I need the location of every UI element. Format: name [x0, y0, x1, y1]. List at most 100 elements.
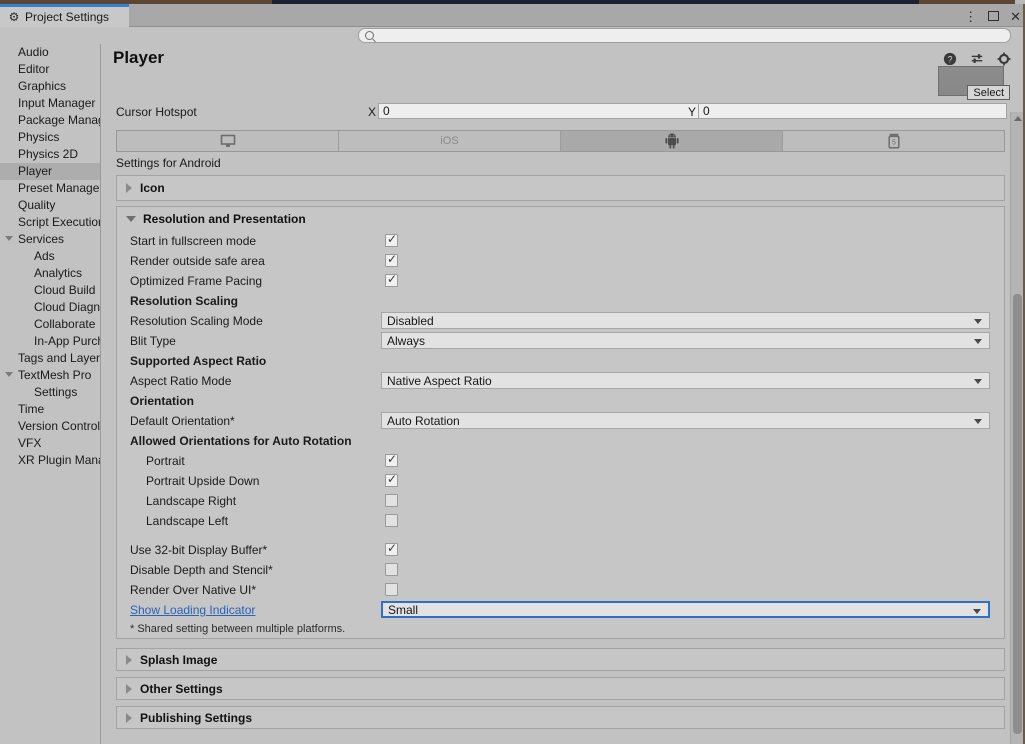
- sidebar-item-settings[interactable]: Settings: [0, 384, 100, 401]
- sidebar-item-script-execution-order[interactable]: Script Execution Order: [0, 214, 100, 231]
- window-menu-icon[interactable]: ⋮: [964, 10, 977, 23]
- section-publishing-settings-header[interactable]: Publishing Settings: [117, 707, 1004, 728]
- sidebar-item-collaborate[interactable]: Collaborate: [0, 316, 100, 333]
- close-icon[interactable]: ✕: [1010, 10, 1021, 23]
- section-other-settings[interactable]: Other Settings: [116, 677, 1005, 700]
- sidebar-item-cloud-diagnostics[interactable]: Cloud Diagnostics: [0, 299, 100, 316]
- sidebar-item-version-control[interactable]: Version Control: [0, 418, 100, 435]
- sidebar-item-cloud-build[interactable]: Cloud Build: [0, 282, 100, 299]
- setting-row-default-orientation[interactable]: Default Orientation* Auto Rotation: [117, 411, 1004, 431]
- maximize-icon[interactable]: [988, 11, 1000, 21]
- sidebar-item-vfx[interactable]: VFX: [0, 435, 100, 452]
- section-other-settings-header[interactable]: Other Settings: [117, 678, 1004, 699]
- setting-row-aspect-ratio-mode[interactable]: Aspect Ratio Mode Native Aspect Ratio: [117, 371, 1004, 391]
- dropdown-value: Small: [388, 603, 419, 617]
- setting-row-portrait[interactable]: Portrait: [117, 451, 1004, 471]
- setting-row-portrait-upside-down[interactable]: Portrait Upside Down: [117, 471, 1004, 491]
- section-publishing-settings[interactable]: Publishing Settings: [116, 706, 1005, 729]
- tab-project-settings[interactable]: ⚙ Project Settings: [0, 4, 129, 27]
- setting-row-optimized-frame-pacing[interactable]: Optimized Frame Pacing: [117, 271, 1004, 291]
- sidebar-item-label: Player: [18, 164, 53, 178]
- dropdown-aspect-ratio-mode[interactable]: Native Aspect Ratio: [381, 372, 990, 389]
- checkbox-start-in-fullscreen-mode[interactable]: [385, 232, 398, 247]
- settings-for-label: Settings for Android: [116, 156, 221, 170]
- section-icon-header[interactable]: Icon: [117, 176, 1004, 200]
- setting-row-landscape-left[interactable]: Landscape Left: [117, 511, 1004, 531]
- section-icon[interactable]: Icon: [116, 175, 1005, 201]
- svg-text:5: 5: [892, 139, 896, 146]
- setting-row-blit-type[interactable]: Blit Type Always: [117, 331, 1004, 351]
- sidebar-item-label: Physics 2D: [18, 147, 79, 161]
- chevron-down-icon[interactable]: [5, 236, 13, 241]
- help-icon[interactable]: ?: [943, 52, 957, 66]
- dropdown-blit-type[interactable]: Always: [381, 332, 990, 349]
- setting-label: Allowed Orientations for Auto Rotation: [130, 434, 352, 448]
- cursor-hotspot-y-input[interactable]: 0: [698, 103, 1007, 119]
- chevron-down-icon[interactable]: [5, 372, 13, 377]
- sidebar-item-ads[interactable]: Ads: [0, 248, 100, 265]
- platform-tab-standalone[interactable]: [117, 131, 339, 151]
- platform-tab-handheld[interactable]: 5: [783, 131, 1004, 151]
- setting-row-render-over-native-ui[interactable]: Render Over Native UI*: [117, 580, 1004, 600]
- preset-icon[interactable]: [970, 52, 984, 66]
- chevron-down-icon: [974, 339, 982, 344]
- section-splash-image-header[interactable]: Splash Image: [117, 649, 1004, 670]
- setting-row-render-outside-safe-area[interactable]: Render outside safe area: [117, 251, 1004, 271]
- settings-gear-icon[interactable]: [997, 52, 1011, 66]
- sidebar-item-quality[interactable]: Quality: [0, 197, 100, 214]
- setting-label: Aspect Ratio Mode: [130, 374, 232, 388]
- sidebar-item-physics[interactable]: Physics: [0, 129, 100, 146]
- sidebar-item-package-manager[interactable]: Package Manager: [0, 112, 100, 129]
- section-splash-image[interactable]: Splash Image: [116, 648, 1005, 671]
- setting-row-disable-depth-and-stencil[interactable]: Disable Depth and Stencil*: [117, 560, 1004, 580]
- sidebar-item-player[interactable]: Player: [0, 163, 100, 180]
- sidebar-item-analytics[interactable]: Analytics: [0, 265, 100, 282]
- checkbox-landscape-right[interactable]: [385, 494, 398, 507]
- scroll-up-arrow-icon[interactable]: [1014, 116, 1022, 121]
- sidebar-item-tags-and-layers[interactable]: Tags and Layers: [0, 350, 100, 367]
- settings-sidebar[interactable]: Audio Editor Graphics Input Manager Package …: [0, 44, 101, 744]
- sidebar-item-textmesh-pro[interactable]: TextMesh Pro: [0, 367, 100, 384]
- section-resolution-header[interactable]: Resolution and Presentation: [117, 207, 1004, 231]
- section-icon-title: Icon: [140, 181, 165, 195]
- sidebar-item-time[interactable]: Time: [0, 401, 100, 418]
- vertical-scrollbar[interactable]: [1010, 112, 1023, 744]
- setting-row-use-32-bit-display-buffer[interactable]: Use 32-bit Display Buffer*: [117, 540, 1004, 560]
- setting-row-orientation: Orientation: [117, 391, 1004, 411]
- sidebar-item-audio[interactable]: Audio: [0, 44, 100, 61]
- checkbox-use-32-bit-display-buffer[interactable]: [385, 541, 398, 556]
- sidebar-item-physics-2d[interactable]: Physics 2D: [0, 146, 100, 163]
- setting-row-landscape-right[interactable]: Landscape Right: [117, 491, 1004, 511]
- setting-label: Portrait: [146, 454, 185, 468]
- sidebar-item-graphics[interactable]: Graphics: [0, 78, 100, 95]
- select-button[interactable]: Select: [967, 85, 1010, 100]
- platform-tab-android[interactable]: [561, 131, 783, 151]
- sidebar-item-services[interactable]: Services: [0, 231, 100, 248]
- dropdown-show-loading-indicator[interactable]: Small: [381, 601, 990, 618]
- sidebar-item-in-app-purchasing[interactable]: In-App Purchasing: [0, 333, 100, 350]
- sidebar-item-editor[interactable]: Editor: [0, 61, 100, 78]
- platform-tab-ios[interactable]: iOS: [339, 131, 561, 151]
- chevron-down-icon: [126, 216, 136, 222]
- checkbox-portrait[interactable]: [385, 452, 398, 467]
- search-box[interactable]: [358, 28, 1011, 43]
- search-input[interactable]: [378, 29, 978, 42]
- checkbox-optimized-frame-pacing[interactable]: [385, 272, 398, 287]
- sidebar-item-preset-manager[interactable]: Preset Manager: [0, 180, 100, 197]
- setting-row-resolution-scaling-mode[interactable]: Resolution Scaling Mode Disabled: [117, 311, 1004, 331]
- sidebar-item-xr-plugin-management[interactable]: XR Plugin Management: [0, 452, 100, 469]
- sidebar-item-label: Version Control: [18, 419, 100, 433]
- scrollbar-thumb[interactable]: [1013, 294, 1022, 734]
- checkbox-render-over-native-ui[interactable]: [385, 583, 398, 596]
- setting-row-start-in-fullscreen-mode[interactable]: Start in fullscreen mode: [117, 231, 1004, 251]
- cursor-hotspot-x-input[interactable]: 0: [378, 103, 703, 119]
- dropdown-resolution-scaling-mode[interactable]: Disabled: [381, 312, 990, 329]
- sidebar-item-label: Analytics: [34, 266, 83, 280]
- checkbox-landscape-left[interactable]: [385, 514, 398, 527]
- checkbox-disable-depth-and-stencil[interactable]: [385, 563, 398, 576]
- dropdown-default-orientation[interactable]: Auto Rotation: [381, 412, 990, 429]
- checkbox-render-outside-safe-area[interactable]: [385, 252, 398, 267]
- setting-row-show-loading-indicator[interactable]: Show Loading Indicator Small: [117, 600, 1004, 620]
- sidebar-item-input-manager[interactable]: Input Manager: [0, 95, 100, 112]
- checkbox-portrait-upside-down[interactable]: [385, 472, 398, 487]
